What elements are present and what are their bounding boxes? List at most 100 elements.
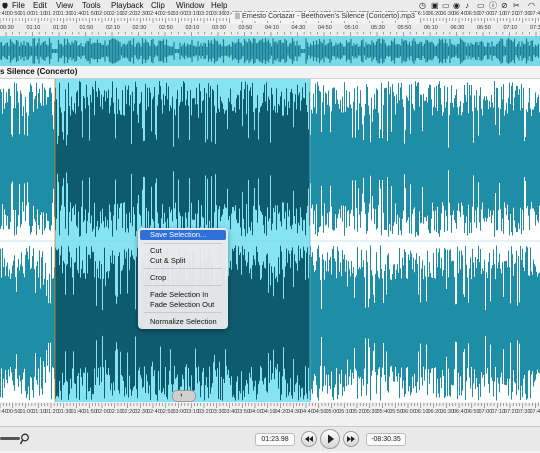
remaining-time: -08:30.35	[366, 433, 406, 446]
cast-icon[interactable]: ▭	[442, 1, 450, 10]
rewind-button[interactable]	[301, 431, 317, 447]
selection-scroll-handle[interactable]: ◐	[172, 390, 196, 402]
ruler-tick-label: 06:00	[402, 409, 416, 415]
menu-clip[interactable]: Clip	[151, 0, 165, 11]
ruler-tick-label: 03:30	[212, 25, 226, 31]
menu-item-cut[interactable]: Cut	[138, 246, 228, 256]
menu-file[interactable]: File	[12, 0, 25, 11]
ruler-tick-label: 05:10	[338, 409, 352, 415]
zoom-icon[interactable]	[20, 432, 30, 444]
ruler-tick-label: 05:30	[371, 25, 385, 31]
ruler-tick-label: 02:10	[109, 409, 123, 415]
ruler-tick-label: 04:40	[300, 409, 314, 415]
ruler-tick-label: 01:50	[83, 409, 97, 415]
ruler-tick-label: 03:10	[186, 25, 200, 31]
ruler-tick-label: 02:30	[133, 25, 147, 31]
menu-separator	[144, 243, 222, 244]
forbidden-icon[interactable]: ⊘	[501, 1, 508, 10]
ruler-tick-label: 05:40	[377, 409, 391, 415]
ruler-tick-label: 06:30	[440, 409, 454, 415]
track-name: s Silence (Concerto)	[0, 67, 77, 76]
ruler-tick-label: 06:20	[428, 409, 442, 415]
overview-waveform-graph	[0, 36, 540, 66]
menu-item-fade-out[interactable]: Fade Selection Out	[138, 300, 228, 310]
menu-item-crop[interactable]: Crop	[138, 273, 228, 283]
ruler-tick-label: 05:20	[351, 409, 365, 415]
ruler-tick-label: 04:30	[287, 409, 301, 415]
ruler-tick-label: 01:50	[80, 25, 94, 31]
ruler-tick-label: 03:50	[236, 409, 250, 415]
menu-view[interactable]: View	[56, 0, 73, 11]
ruler-tick-label: 07:30	[517, 409, 531, 415]
ruler-tick-label: 02:10	[106, 25, 120, 31]
ruler-tick-label: 00:50	[7, 11, 21, 17]
ruler-tick-label: 01:50	[83, 11, 97, 17]
ruler-tick-label: 07:20	[504, 409, 518, 415]
ruler-tick-label: 06:40	[453, 11, 467, 17]
menu-edit[interactable]: Edit	[33, 0, 47, 11]
ruler-tick-label: 06:50	[466, 11, 480, 17]
menu-item-cut-split[interactable]: Cut & Split	[138, 256, 228, 266]
ruler-tick-label: 01:30	[53, 25, 67, 31]
zoom-slider[interactable]	[0, 437, 20, 440]
info-icon[interactable]: ⓘ	[489, 1, 497, 10]
ruler-tick-label: 04:30	[292, 25, 306, 31]
menu-item-fade-in[interactable]: Fade Selection In	[138, 290, 228, 300]
rewind-icon	[302, 432, 316, 446]
ruler-tick-label: 06:10	[424, 25, 438, 31]
overview-ruler[interactable]: 00:3001:1001:3001:5002:1002:3002:5003:10…	[0, 24, 540, 36]
grip-icon: ◐	[180, 392, 184, 400]
play-icon	[321, 430, 339, 448]
apple-icon[interactable]	[2, 1, 8, 9]
ruler-tick-label: 07:40	[530, 11, 540, 17]
menu-item-normalize[interactable]: Normalize Selection	[138, 317, 228, 327]
fast-forward-button[interactable]	[343, 431, 359, 447]
ruler-tick-label: 03:00	[173, 11, 187, 17]
ruler-tick-label: 07:10	[491, 11, 505, 17]
ruler-tick-label: 02:50	[160, 409, 174, 415]
ruler-tick-label: 01:20	[45, 409, 59, 415]
timeline-ruler-bottom[interactable]: 00:4000:5001:0001:1001:2001:3001:4001:50…	[0, 402, 540, 426]
play-button[interactable]	[320, 429, 340, 449]
ruler-tick-label: 02:20	[122, 11, 136, 17]
camera-icon[interactable]: ▣	[431, 1, 439, 10]
ruler-tick-label: 00:30	[0, 25, 14, 31]
ruler-tick-label: 03:10	[185, 409, 199, 415]
ruler-tick-label: 07:30	[530, 25, 540, 31]
ruler-tick-label: 07:10	[504, 25, 518, 31]
ruler-tick-label: 04:50	[318, 25, 332, 31]
menu-playback[interactable]: Playback	[111, 0, 143, 11]
eye-icon[interactable]: ◉	[453, 1, 460, 10]
overview-waveform[interactable]	[0, 36, 540, 66]
bell-icon[interactable]: ♪	[465, 1, 469, 10]
ruler-tick-label: 03:30	[211, 11, 225, 17]
menu-separator	[144, 285, 222, 286]
track-header: s Silence (Concerto)	[0, 66, 540, 79]
ruler-tick-label: 01:40	[71, 11, 85, 17]
ruler-tick-label: 01:10	[32, 409, 46, 415]
ruler-tick-label: 04:20	[275, 409, 289, 415]
ruler-tick-label: 02:40	[147, 409, 161, 415]
menu-tools[interactable]: Tools	[82, 0, 101, 11]
clock-icon[interactable]: ◷	[419, 1, 426, 10]
menu-help[interactable]: Help	[211, 0, 227, 11]
ruler-tick-label: 05:00	[326, 409, 340, 415]
menu-window[interactable]: Window	[176, 0, 204, 11]
window-icon[interactable]: ▭	[477, 1, 485, 10]
menu-item-save-selection[interactable]: Save Selection...	[140, 230, 226, 240]
wifi-icon[interactable]: ◠	[528, 1, 535, 10]
ruler-tick-label: 02:10	[109, 11, 123, 17]
ruler-tick-label: 07:00	[479, 409, 493, 415]
ruler-tick-label: 02:40	[147, 11, 161, 17]
ruler-tick-label: 01:10	[32, 11, 46, 17]
ruler-tick-label: 06:40	[453, 409, 467, 415]
waveform-editor[interactable]: ◐	[0, 79, 540, 402]
elapsed-time: 01:23.98	[255, 433, 295, 446]
ruler-tick-label: 04:00	[249, 409, 263, 415]
ruler-tick-label: 06:50	[466, 409, 480, 415]
waveform-graph	[0, 79, 540, 402]
ruler-tick-label: 01:00	[20, 409, 34, 415]
ruler-tick-label: 00:50	[7, 409, 21, 415]
scissors-icon[interactable]: ✂	[513, 1, 520, 10]
transport-bar: 01:23.98 -08:30.35	[0, 426, 540, 451]
